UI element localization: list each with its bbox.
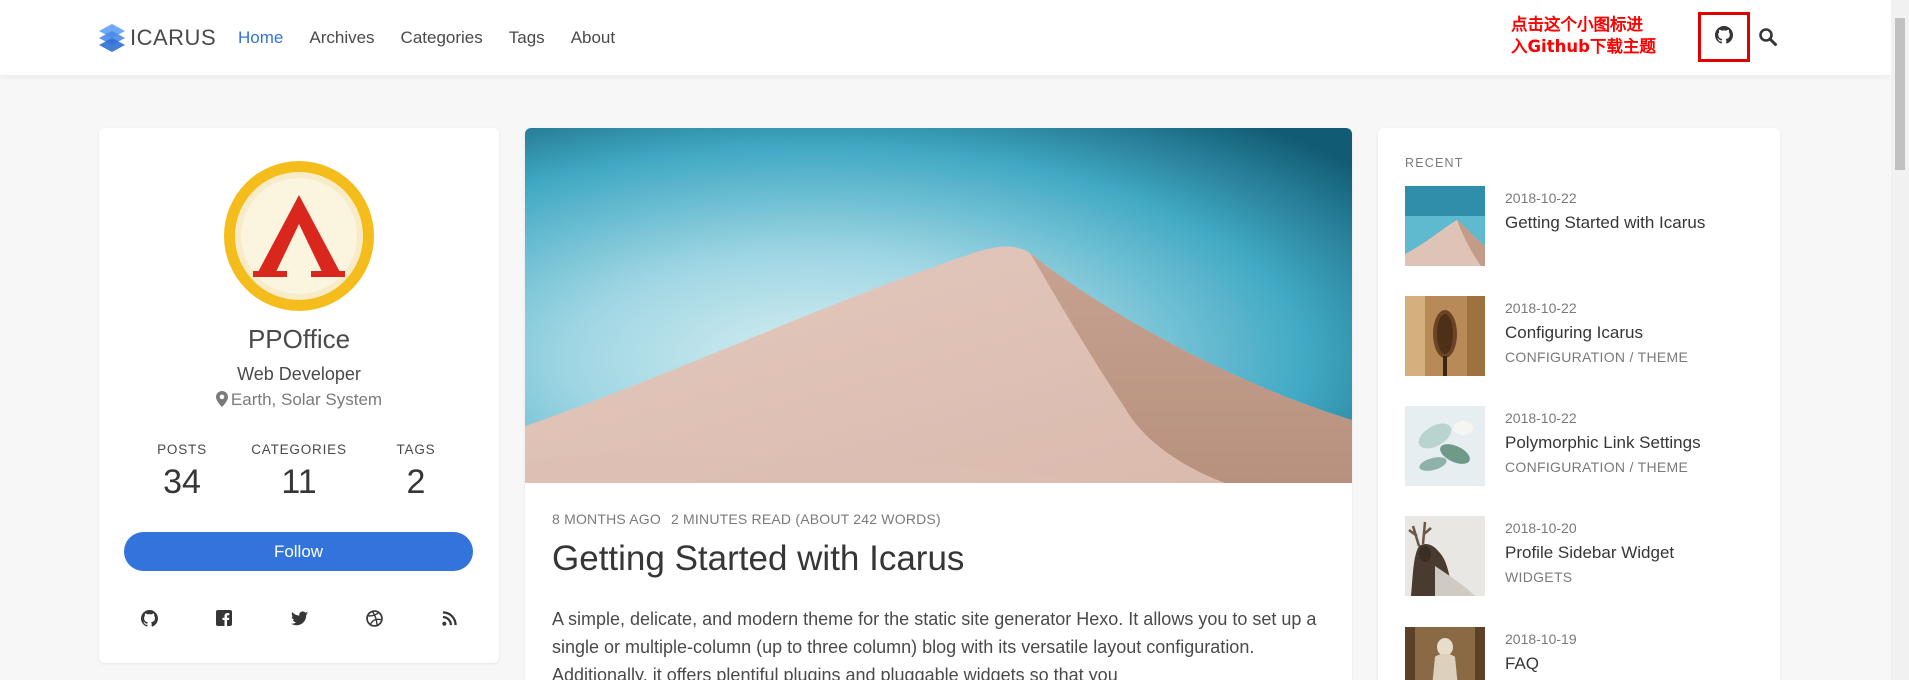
recent-categories: CONFIGURATION / THEME <box>1505 459 1688 475</box>
profile-card: PPOffice Web Developer Earth, Solar Syst… <box>99 128 499 663</box>
recent-title[interactable]: Getting Started with Icarus <box>1505 213 1705 233</box>
category-link[interactable]: WIDGETS <box>1505 569 1572 585</box>
location-text: Earth, Solar System <box>230 390 383 409</box>
nav-home[interactable]: Home <box>238 28 283 48</box>
recent-thumbnail[interactable] <box>1405 627 1485 680</box>
post-read-time: 2 MINUTES READ (ABOUT 242 WORDS) <box>670 511 941 527</box>
main-nav: Home Archives Categories Tags About <box>238 0 641 75</box>
recent-item[interactable]: 2018-10-22 Getting Started with Icarus <box>1405 186 1765 266</box>
github-highlight-box <box>1698 12 1750 62</box>
twitter-icon[interactable] <box>289 608 309 628</box>
stat-label: POSTS <box>157 442 207 457</box>
category-separator: / <box>1629 459 1634 475</box>
profile-role: Web Developer <box>237 364 361 384</box>
recent-title[interactable]: Profile Sidebar Widget <box>1505 543 1674 563</box>
recent-title[interactable]: FAQ <box>1505 654 1539 674</box>
post-meta: 8 MONTHS AGO 2 MINUTES READ (ABOUT 242 WO… <box>552 511 951 527</box>
dribbble-icon[interactable] <box>364 608 384 628</box>
nav-about[interactable]: About <box>571 28 615 48</box>
stat-label: CATEGORIES <box>251 442 347 457</box>
social-links <box>139 608 459 628</box>
recent-thumbnail[interactable] <box>1405 186 1485 266</box>
github-icon[interactable] <box>139 608 159 628</box>
brand-name: ICARUS <box>130 25 217 50</box>
annotation-text: 点击这个小图标进 入Github下载主题 <box>1511 15 1656 56</box>
github-icon[interactable] <box>1715 25 1733 49</box>
profile-location: Earth, Solar System <box>99 390 499 410</box>
recent-widget: RECENT 2018-10-22 Getting Started with I… <box>1378 128 1780 680</box>
category-link[interactable]: THEME <box>1638 349 1689 365</box>
scrollbar-thumb[interactable] <box>1895 18 1905 170</box>
post-excerpt: A simple, delicate, and modern theme for… <box>552 609 1317 680</box>
post-title[interactable]: Getting Started with Icarus <box>552 539 964 579</box>
category-link[interactable]: THEME <box>1638 459 1689 475</box>
nav-archives[interactable]: Archives <box>309 28 374 48</box>
category-separator: / <box>1629 349 1634 365</box>
facebook-icon[interactable] <box>214 608 234 628</box>
nav-tags[interactable]: Tags <box>509 28 545 48</box>
follow-button[interactable]: Follow <box>124 532 473 571</box>
map-marker-icon <box>215 391 228 407</box>
post-card: 8 MONTHS AGO 2 MINUTES READ (ABOUT 242 WO… <box>525 128 1352 680</box>
recent-date: 2018-10-22 <box>1505 190 1577 206</box>
profile-name: PPOffice <box>247 324 351 354</box>
navbar: ICARUS Home Archives Categories Tags Abo… <box>0 0 1891 75</box>
recent-date: 2018-10-22 <box>1505 410 1577 426</box>
stat-posts[interactable]: POSTS 34 <box>127 442 237 502</box>
category-link[interactable]: CONFIGURATION <box>1505 349 1625 365</box>
recent-item[interactable]: 2018-10-22 Configuring Icarus CONFIGURAT… <box>1405 296 1765 376</box>
nav-categories[interactable]: Categories <box>401 28 483 48</box>
site-logo[interactable]: ICARUS <box>98 22 216 54</box>
rss-icon[interactable] <box>439 608 459 628</box>
recent-item[interactable]: 2018-10-20 Profile Sidebar Widget WIDGET… <box>1405 516 1765 596</box>
stat-categories[interactable]: CATEGORIES 11 <box>244 442 354 502</box>
profile-stats: POSTS 34 CATEGORIES 11 TAGS 2 <box>127 442 471 502</box>
post-hero-image[interactable] <box>525 128 1352 483</box>
recent-item[interactable]: 2018-10-22 Polymorphic Link Settings CON… <box>1405 406 1765 486</box>
recent-title[interactable]: Polymorphic Link Settings <box>1505 433 1701 453</box>
recent-date: 2018-10-19 <box>1505 631 1577 647</box>
avatar <box>223 160 375 312</box>
search-icon[interactable] <box>1758 27 1780 49</box>
stat-label: TAGS <box>396 442 436 457</box>
recent-heading: RECENT <box>1405 156 1464 170</box>
post-time: 8 MONTHS AGO <box>552 511 661 527</box>
recent-thumbnail[interactable] <box>1405 516 1485 596</box>
page-scrollbar[interactable] <box>1891 0 1909 680</box>
recent-date: 2018-10-22 <box>1505 300 1577 316</box>
recent-categories: CONFIGURATION / THEME <box>1505 349 1688 365</box>
category-link[interactable]: CONFIGURATION <box>1505 459 1625 475</box>
recent-thumbnail[interactable] <box>1405 406 1485 486</box>
stat-value: 11 <box>281 463 317 501</box>
recent-thumbnail[interactable] <box>1405 296 1485 376</box>
recent-item[interactable]: 2018-10-19 FAQ <box>1405 627 1765 680</box>
logo-layers-icon <box>98 22 126 54</box>
recent-title[interactable]: Configuring Icarus <box>1505 323 1643 343</box>
stat-value: 34 <box>163 463 201 501</box>
recent-date: 2018-10-20 <box>1505 520 1577 536</box>
stat-tags[interactable]: TAGS 2 <box>361 442 471 502</box>
stat-value: 2 <box>406 463 426 501</box>
recent-categories: WIDGETS <box>1505 569 1572 585</box>
